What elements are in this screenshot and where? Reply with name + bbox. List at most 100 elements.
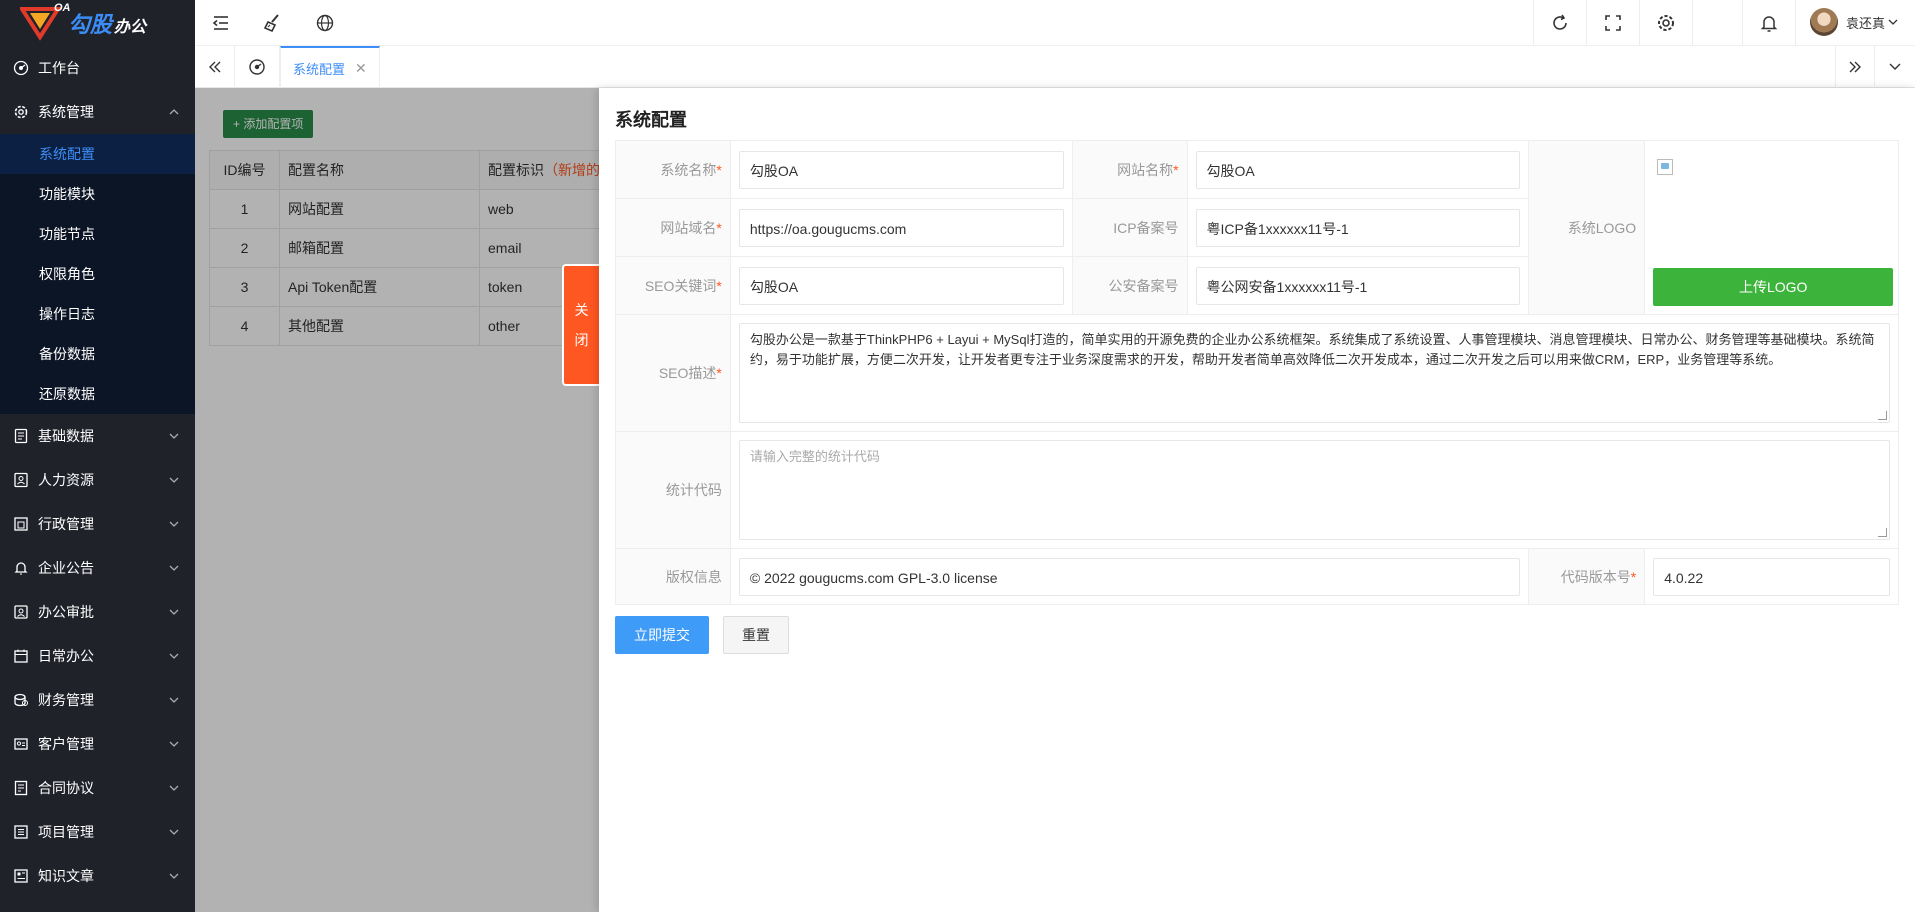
money-icon: [12, 691, 30, 709]
chevron-down-icon: [167, 869, 181, 883]
submit-button[interactable]: 立即提交: [615, 616, 709, 654]
field-label: SEO关键词*: [615, 256, 731, 315]
brand-tag: OA: [54, 2, 71, 14]
site-name-input[interactable]: 勾股OA: [1195, 150, 1521, 189]
chevron-down-icon: [167, 605, 181, 619]
chevron-down-icon: [167, 429, 181, 443]
brand-name: 勾股 办公: [68, 12, 147, 37]
field-label: 统计代码: [615, 431, 731, 549]
resize-handle-icon[interactable]: [1878, 411, 1887, 420]
sidebar-item-label: 工作台: [38, 60, 80, 76]
tabs-menu-chevron-icon[interactable]: [1875, 46, 1915, 88]
tabs-scroll-left-icon[interactable]: [195, 46, 235, 88]
sidebar-item-label: 基础数据: [38, 428, 94, 444]
chevron-down-icon: [167, 473, 181, 487]
avatar: [1809, 8, 1838, 36]
seo-description-textarea[interactable]: 勾股办公是一款基于ThinkPHP6 + Layui + MySql打造的，简单…: [738, 323, 1890, 423]
menu-toggle-icon[interactable]: [195, 0, 247, 46]
database-icon: [12, 427, 30, 445]
chevron-down-icon: [1887, 16, 1899, 28]
upload-logo-button[interactable]: 上传LOGO: [1653, 268, 1894, 306]
field-label: 系统LOGO: [1528, 140, 1646, 315]
logo-image: [1657, 159, 1674, 175]
resize-handle-icon[interactable]: [1878, 528, 1887, 537]
gear-icon[interactable]: [1640, 0, 1692, 46]
chevron-up-icon: [167, 105, 181, 119]
clear-cache-icon[interactable]: [247, 0, 299, 46]
sidebar-item-workbench[interactable]: 工作台: [0, 46, 195, 90]
panel-title: 系统配置: [615, 110, 687, 130]
sidebar-item-hr[interactable]: 人力资源: [0, 458, 195, 502]
sidebar-item-label: 系统管理: [38, 104, 94, 120]
sidebar-item-basic-data[interactable]: 基础数据: [0, 414, 195, 458]
tab-label: 系统配置: [293, 61, 346, 77]
sidebar-item-customer[interactable]: 客户管理: [0, 722, 195, 766]
sidebar-item-contract[interactable]: 合同协议: [0, 766, 195, 810]
field-label: SEO描述*: [615, 314, 731, 432]
chevron-down-icon: [167, 781, 181, 795]
sidebar-item-knowledge[interactable]: 知识文章: [0, 854, 195, 898]
sidebar-subitem-restore[interactable]: 还原数据: [0, 374, 195, 414]
folder-icon: [12, 515, 30, 533]
version-input[interactable]: 4.0.22: [1653, 557, 1890, 596]
sidebar-item-notice[interactable]: 企业公告: [0, 546, 195, 590]
field-label: 版权信息: [615, 548, 731, 605]
globe-icon[interactable]: [299, 0, 351, 46]
sidebar-subitem-system-config[interactable]: 系统配置: [0, 134, 195, 174]
field-label: 公安备案号: [1071, 256, 1188, 315]
sidebar-item-label: 项目管理: [38, 824, 94, 840]
chevron-down-icon: [167, 825, 181, 839]
sidebar-subitem-roles[interactable]: 权限角色: [0, 254, 195, 294]
sidebar-item-label: 财务管理: [38, 692, 94, 708]
topbar-divider: [1692, 0, 1693, 46]
sidebar-item-system[interactable]: 系统管理: [0, 90, 195, 134]
copyright-input[interactable]: © 2022 gougucms.com GPL-3.0 license: [738, 557, 1521, 596]
close-icon[interactable]: ✕: [355, 60, 367, 77]
refresh-icon[interactable]: [1534, 0, 1586, 46]
chevron-down-icon: [167, 737, 181, 751]
sidebar-subitem-logs[interactable]: 操作日志: [0, 294, 195, 334]
sidebar-item-admin[interactable]: 行政管理: [0, 502, 195, 546]
brand-logo[interactable]: 勾股 办公 OA: [0, 0, 195, 46]
icp-input[interactable]: 粤ICP备1xxxxxx11号-1: [1195, 208, 1521, 247]
tabs-scroll-right-icon[interactable]: [1835, 46, 1875, 88]
field-label: 系统名称*: [615, 140, 731, 199]
sidebar-item-finance[interactable]: 财务管理: [0, 678, 195, 722]
chevron-down-icon: [167, 649, 181, 663]
sidebar: 勾股 办公 OA 工作台 系统管理 系统配置 功能模块 功能节点 权限角色 操作日…: [0, 0, 195, 912]
user-menu[interactable]: 袁还真: [1809, 8, 1899, 36]
panel-close-button[interactable]: 关 闭: [562, 264, 599, 386]
sidebar-item-label: 人力资源: [38, 472, 94, 488]
sidebar-subitem-backup[interactable]: 备份数据: [0, 334, 195, 374]
user-name: 袁还真: [1845, 15, 1885, 31]
sidebar-item-label: 办公审批: [38, 604, 94, 620]
sidebar-item-label: 日常办公: [38, 648, 94, 664]
logo-cell: 上传LOGO: [1644, 140, 1899, 315]
article-icon: [12, 867, 30, 885]
system-name-input[interactable]: 勾股OA: [738, 150, 1064, 189]
home-tab-icon[interactable]: [235, 46, 280, 88]
fullscreen-icon[interactable]: [1587, 0, 1639, 46]
person-badge-icon: [12, 471, 30, 489]
domain-input[interactable]: https://oa.gougucms.com: [738, 208, 1064, 247]
sidebar-item-daily[interactable]: 日常办公: [0, 634, 195, 678]
stat-code-textarea[interactable]: 请输入完整的统计代码: [738, 440, 1890, 540]
config-edit-panel: 系统配置 系统名称* 勾股OA 网站名称* 勾股OA 系统LOGO 上传LOGO…: [599, 88, 1915, 912]
reset-button[interactable]: 重置: [723, 616, 789, 654]
bell-icon[interactable]: [1743, 0, 1795, 46]
sidebar-item-label: 合同协议: [38, 780, 94, 796]
tabs-bar: 系统配置 ✕: [195, 46, 1915, 88]
config-form: 系统名称* 勾股OA 网站名称* 勾股OA 系统LOGO 上传LOGO 网站域名…: [615, 140, 1900, 605]
sidebar-item-approval[interactable]: 办公审批: [0, 590, 195, 634]
chevron-down-icon: [167, 561, 181, 575]
sidebar-item-project[interactable]: 项目管理: [0, 810, 195, 854]
sidebar-subitem-modules[interactable]: 功能模块: [0, 174, 195, 214]
seo-keywords-input[interactable]: 勾股OA: [738, 266, 1064, 305]
dashboard-icon: [12, 59, 30, 77]
tab-system-config[interactable]: 系统配置 ✕: [280, 46, 380, 88]
sidebar-subitem-nodes[interactable]: 功能节点: [0, 214, 195, 254]
approval-icon: [12, 603, 30, 621]
chevron-down-icon: [167, 693, 181, 707]
sidebar-item-label: 客户管理: [38, 736, 94, 752]
police-record-input[interactable]: 粤公网安备1xxxxxx11号-1: [1195, 266, 1521, 305]
